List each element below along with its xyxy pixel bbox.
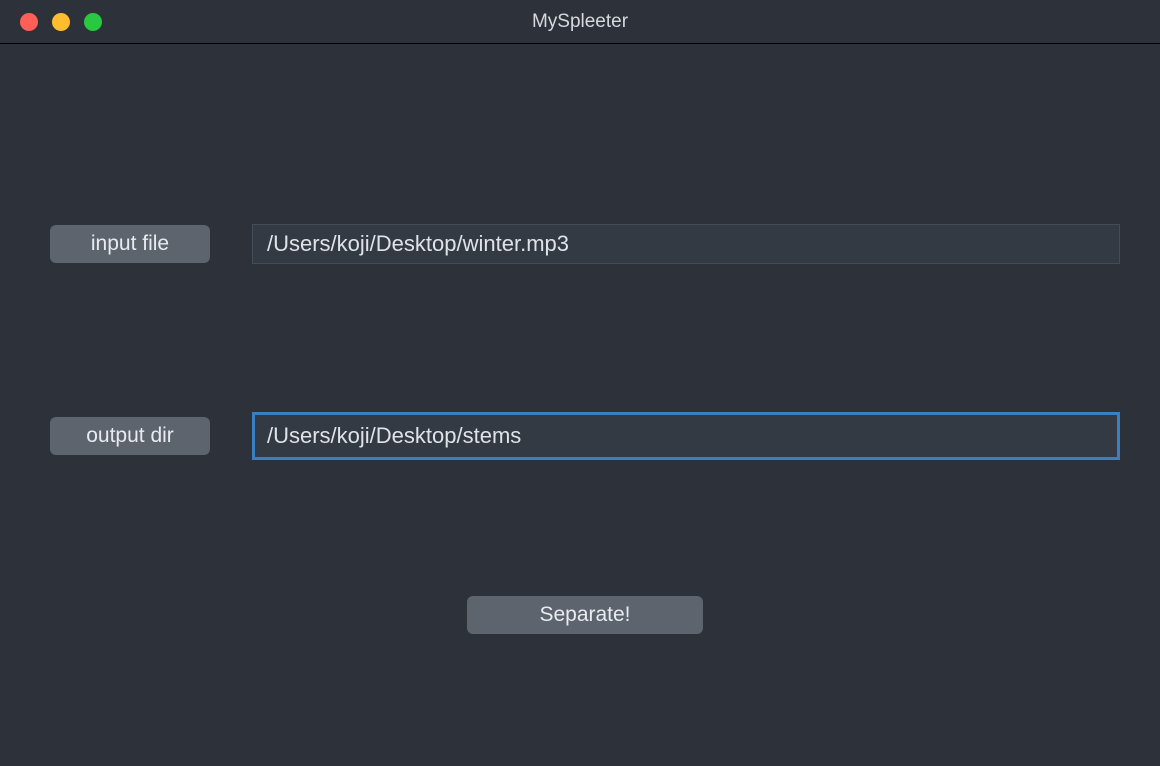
maximize-icon[interactable] xyxy=(84,13,102,31)
minimize-icon[interactable] xyxy=(52,13,70,31)
input-file-field[interactable] xyxy=(252,224,1120,264)
separate-row: Separate! xyxy=(50,596,1120,634)
titlebar: MySpleeter xyxy=(0,0,1160,44)
input-file-button[interactable]: input file xyxy=(50,225,210,263)
app-window: MySpleeter input file output dir Separat… xyxy=(0,0,1160,766)
separate-button[interactable]: Separate! xyxy=(467,596,703,634)
content-area: input file output dir Separate! xyxy=(0,44,1160,766)
output-dir-button[interactable]: output dir xyxy=(50,417,210,455)
output-dir-row: output dir xyxy=(50,412,1120,460)
window-title: MySpleeter xyxy=(0,11,1160,33)
close-icon[interactable] xyxy=(20,13,38,31)
traffic-lights xyxy=(0,13,102,31)
input-file-row: input file xyxy=(50,224,1120,264)
output-dir-field[interactable] xyxy=(252,412,1120,460)
